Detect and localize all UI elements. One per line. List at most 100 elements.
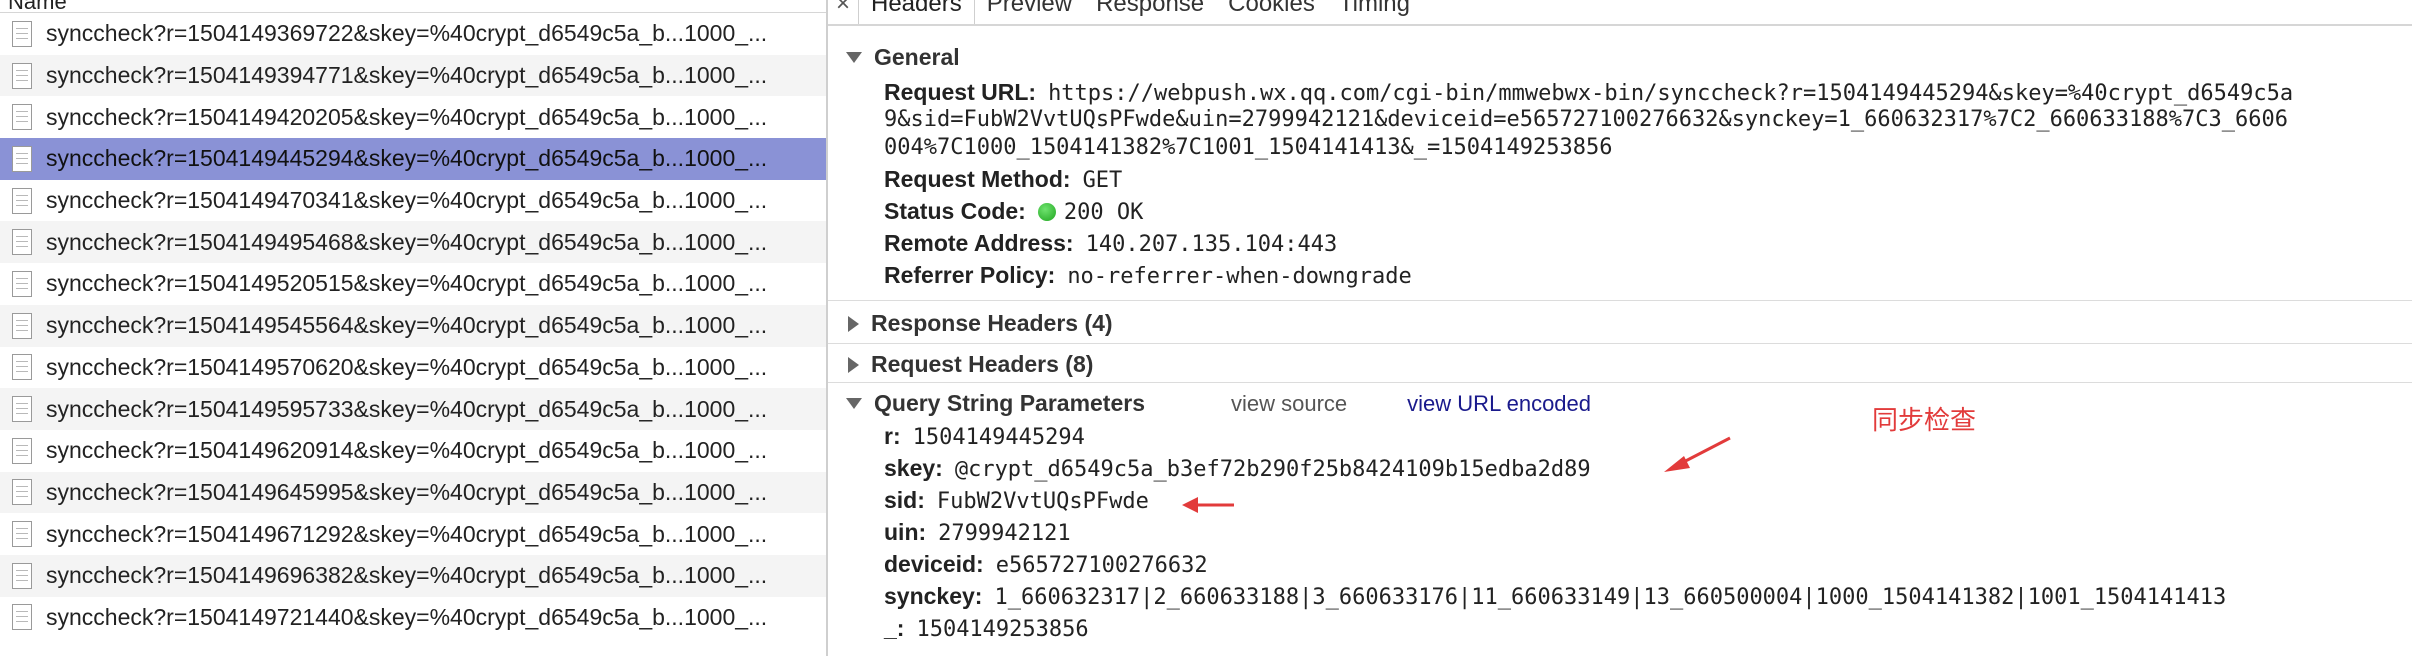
request-url-value: https://webpush.wx.qq.com/cgi-bin/mmwebw…: [1048, 81, 2294, 106]
query-param-value: @crypt_d6549c5a_b3ef72b290f25b8424109b15…: [954, 457, 1591, 482]
request-list-panel: Name synccheck?r=1504149369722&skey=%40c…: [0, 0, 828, 656]
request-name: synccheck?r=1504149545564&skey=%40crypt_…: [46, 312, 768, 339]
tab-response[interactable]: Response: [1084, 0, 1216, 24]
request-row[interactable]: synccheck?r=1504149420205&skey=%40crypt_…: [0, 96, 826, 138]
collapse-triangle-icon: [848, 315, 859, 332]
document-icon: [12, 354, 32, 381]
request-url-value-line2: 9&sid=FubW2VvtUQsPFwde&uin=2799942121&de…: [884, 107, 2288, 132]
tab-timing[interactable]: Timing: [1327, 0, 1422, 24]
request-name: synccheck?r=1504149645995&skey=%40crypt_…: [46, 478, 768, 505]
query-params-section: Query String Parameters view source view…: [828, 390, 2412, 417]
request-method-key: Request Method:: [884, 166, 1071, 192]
request-name: synccheck?r=1504149445294&skey=%40crypt_…: [46, 145, 768, 172]
query-params-title: Query String Parameters: [874, 390, 1146, 416]
query-param-value: e565727100276632: [995, 553, 1208, 578]
name-column-header[interactable]: Name: [0, 0, 826, 13]
request-name: synccheck?r=1504149369722&skey=%40crypt_…: [46, 20, 768, 47]
remote-address-row: Remote Address: 140.207.135.104:443: [884, 230, 1337, 257]
request-row[interactable]: synccheck?r=1504149595733&skey=%40crypt_…: [0, 388, 826, 430]
section-divider: [828, 343, 2412, 344]
request-row[interactable]: synccheck?r=1504149394771&skey=%40crypt_…: [0, 54, 826, 97]
query-param-row: sid: FubW2VvtUQsPFwde: [884, 487, 1149, 514]
request-name: synccheck?r=1504149620914&skey=%40crypt_…: [46, 437, 768, 464]
document-icon: [12, 187, 32, 214]
document-icon: [12, 270, 32, 297]
request-method-value: GET: [1082, 168, 1123, 193]
query-param-row: _: 1504149253856: [884, 615, 1089, 642]
query-param-value: 2799942121: [938, 521, 1071, 546]
request-row[interactable]: synccheck?r=1504149445294&skey=%40crypt_…: [0, 138, 826, 180]
general-section: General: [828, 44, 2412, 71]
request-name: synccheck?r=1504149671292&skey=%40crypt_…: [46, 520, 768, 547]
request-list: synccheck?r=1504149369722&skey=%40crypt_…: [0, 13, 826, 638]
query-param-key: skey:: [884, 455, 943, 481]
query-param-value: 1_660632317|2_660633188|3_660633176|11_6…: [994, 585, 2227, 610]
document-icon: [12, 62, 32, 89]
status-ok-icon: [1037, 203, 1056, 221]
expand-triangle-icon: [846, 398, 862, 409]
document-icon: [12, 562, 32, 589]
view-url-encoded-link[interactable]: view URL encoded: [1407, 391, 1591, 417]
status-code-value: 200 OK: [1063, 200, 1144, 225]
request-name: synccheck?r=1504149470341&skey=%40crypt_…: [46, 187, 768, 214]
request-row[interactable]: synccheck?r=1504149620914&skey=%40crypt_…: [0, 430, 826, 472]
collapse-triangle-icon: [848, 356, 859, 373]
query-param-row: skey: @crypt_d6549c5a_b3ef72b290f25b84241…: [884, 455, 1591, 482]
request-name: synccheck?r=1504149595733&skey=%40crypt_…: [46, 395, 768, 422]
document-icon: [12, 396, 32, 423]
request-row[interactable]: synccheck?r=1504149369722&skey=%40crypt_…: [0, 13, 826, 55]
request-headers-header[interactable]: Request Headers (8): [828, 351, 2412, 378]
query-param-row: r: 1504149445294: [884, 423, 1085, 450]
referrer-policy-row: Referrer Policy: no-referrer-when-downgra…: [884, 262, 1412, 289]
remote-address-value: 140.207.135.104:443: [1085, 232, 1338, 257]
document-icon: [12, 104, 32, 131]
request-row[interactable]: synccheck?r=1504149671292&skey=%40crypt_…: [0, 513, 826, 555]
general-title: General: [874, 44, 960, 70]
query-params-header[interactable]: Query String Parameters view source view…: [828, 390, 2412, 417]
request-url-key: Request URL:: [884, 79, 1037, 105]
query-param-key: r:: [884, 423, 901, 449]
request-name: synccheck?r=1504149696382&skey=%40crypt_…: [46, 562, 768, 589]
view-source-link[interactable]: view source: [1231, 391, 1347, 417]
request-url-row: Request URL: https://webpush.wx.qq.com/cg…: [884, 79, 2293, 106]
request-row[interactable]: synccheck?r=1504149520515&skey=%40crypt_…: [0, 263, 826, 305]
request-name: synccheck?r=1504149570620&skey=%40crypt_…: [46, 353, 768, 380]
close-icon[interactable]: ×: [828, 0, 858, 24]
request-name: synccheck?r=1504149495468&skey=%40crypt_…: [46, 228, 768, 255]
query-param-row: uin: 2799942121: [884, 519, 1071, 546]
request-row[interactable]: synccheck?r=1504149495468&skey=%40crypt_…: [0, 221, 826, 264]
query-param-value: 1504149445294: [912, 425, 1085, 450]
response-headers-header[interactable]: Response Headers (4): [828, 310, 2412, 337]
tab-headers[interactable]: Headers: [858, 0, 975, 24]
tab-cookies[interactable]: Cookies: [1216, 0, 1327, 24]
query-param-key: sid:: [884, 487, 925, 513]
request-row[interactable]: synccheck?r=1504149470341&skey=%40crypt_…: [0, 180, 826, 222]
tab-preview[interactable]: Preview: [975, 0, 1084, 24]
request-row[interactable]: synccheck?r=1504149545564&skey=%40crypt_…: [0, 304, 826, 347]
request-row[interactable]: synccheck?r=1504149570620&skey=%40crypt_…: [0, 347, 826, 389]
request-headers-title: Request Headers (8): [871, 351, 1094, 377]
request-name: synccheck?r=1504149520515&skey=%40crypt_…: [46, 270, 768, 297]
query-param-row: deviceid: e565727100276632: [884, 551, 1208, 578]
request-name: synccheck?r=1504149394771&skey=%40crypt_…: [46, 62, 768, 89]
request-name: synccheck?r=1504149420205&skey=%40crypt_…: [46, 103, 768, 130]
expand-triangle-icon: [846, 52, 862, 63]
document-icon: [12, 437, 32, 464]
request-name: synccheck?r=1504149721440&skey=%40crypt_…: [46, 603, 768, 630]
document-icon: [12, 145, 32, 172]
general-section-header[interactable]: General: [828, 44, 2412, 71]
query-param-value: FubW2VvtUQsPFwde: [936, 489, 1149, 514]
document-icon: [12, 229, 32, 256]
query-param-row: synckey: 1_660632317|2_660633188|3_660633…: [884, 583, 2226, 610]
remote-address-key: Remote Address:: [884, 230, 1074, 256]
section-divider: [828, 300, 2412, 301]
annotation-label: 同步检查: [1872, 406, 1977, 436]
request-url-value-line3: 004%7C1000_1504141382%7C1001_1504141413&…: [884, 135, 1613, 160]
request-row[interactable]: synccheck?r=1504149696382&skey=%40crypt_…: [0, 554, 826, 597]
request-detail-panel: × Headers Preview Response Cookies Timin…: [828, 0, 2412, 656]
document-icon: [12, 604, 32, 631]
request-row[interactable]: synccheck?r=1504149721440&skey=%40crypt_…: [0, 597, 826, 639]
request-row[interactable]: synccheck?r=1504149645995&skey=%40crypt_…: [0, 471, 826, 514]
query-param-value: 1504149253856: [916, 617, 1089, 642]
request-headers-section: Request Headers (8): [828, 351, 2412, 378]
